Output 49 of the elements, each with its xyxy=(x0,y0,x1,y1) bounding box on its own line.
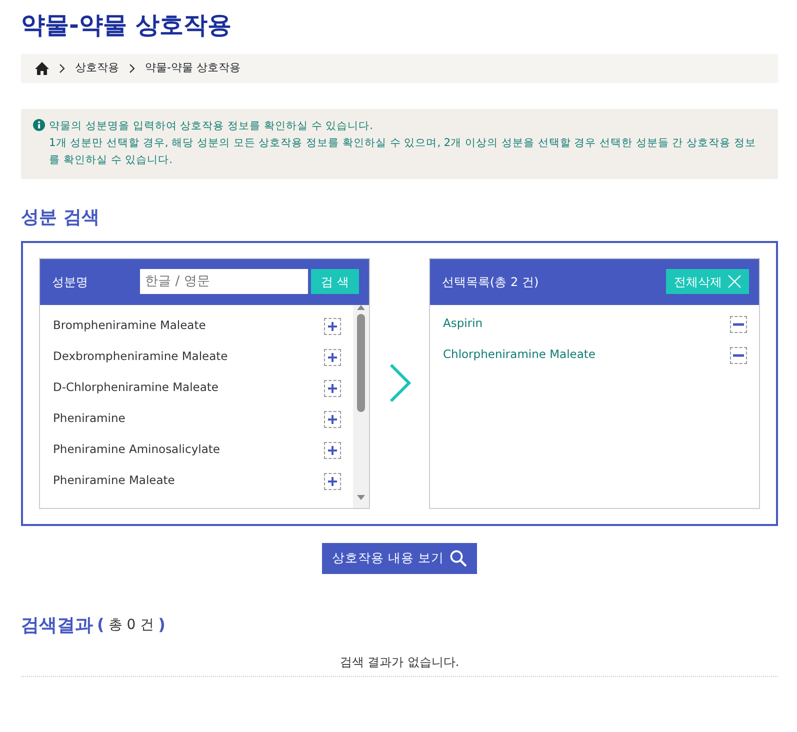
view-interactions-button[interactable]: 상호작용 내용 보기 xyxy=(322,542,477,574)
minus-icon xyxy=(733,322,744,326)
search-field[interactable]: 한글 / 영문 xyxy=(140,269,308,294)
ingredient-name[interactable]: Pheniramine Maleate xyxy=(53,472,175,490)
add-button[interactable] xyxy=(324,410,341,428)
info-icon xyxy=(33,118,46,132)
search-icon xyxy=(450,550,467,567)
scroll-thumb[interactable] xyxy=(357,314,365,412)
info-text: 약물의 성분명을 입력하여 상호작용 정보를 확인하실 수 있습니다. xyxy=(49,119,374,134)
plus-icon xyxy=(328,322,337,331)
add-button[interactable] xyxy=(324,318,341,335)
parenthesis: ( xyxy=(97,614,104,636)
selected-ingredient: Chlorpheniramine Maleate xyxy=(443,346,596,364)
close-icon xyxy=(728,275,741,288)
info-text: 1개 성분만 선택할 경우, 해당 성분의 모든 상호작용 정보를 확인하실 수 있으며, 2개 이상의 성분을 선택할 경우 선택한 성분들 간 상호작용 정보를 확인하실 수 있습니다. xyxy=(49,136,757,168)
ingredient-name[interactable]: Brompheniramine Maleate xyxy=(53,317,206,335)
add-button[interactable] xyxy=(324,380,341,397)
plus-icon xyxy=(328,352,337,362)
empty-message: 검색 결과가 없습니다. xyxy=(21,652,778,677)
remove-button[interactable] xyxy=(730,316,747,333)
chevron-icon xyxy=(59,64,65,73)
plus-icon xyxy=(328,446,337,455)
result-count: 총 0 건 xyxy=(108,616,154,635)
add-button[interactable] xyxy=(324,348,341,366)
ingredient-name[interactable]: Pheniramine xyxy=(53,410,126,428)
parenthesis: ) xyxy=(158,614,166,636)
panel-title: 선택목록(총 2 건) xyxy=(442,274,539,291)
breadcrumb-link[interactable]: 약물-약물 상호작용 xyxy=(145,60,240,77)
chevron-icon xyxy=(129,64,135,73)
add-button[interactable] xyxy=(324,442,341,459)
plus-icon xyxy=(328,476,337,486)
plus-icon xyxy=(328,384,337,393)
panel-label: 성분명 xyxy=(52,274,88,291)
home-icon[interactable] xyxy=(35,62,49,75)
ingredient-name[interactable]: Dexbrompheniramine Maleate xyxy=(53,348,228,366)
page-title: 약물-약물 상호작용 xyxy=(21,10,232,41)
selected-ingredient: Aspirin xyxy=(443,315,483,332)
chevron-right-icon xyxy=(388,364,410,402)
results-heading: 검색결과 xyxy=(21,614,93,638)
scrollbar[interactable] xyxy=(353,304,369,508)
breadcrumb-link[interactable]: 상호작용 xyxy=(75,60,119,77)
ingredient-name[interactable]: Pheniramine Aminosalicylate xyxy=(53,441,220,459)
add-button[interactable] xyxy=(324,472,341,490)
section-heading: 성분 검색 xyxy=(21,207,100,229)
remove-button[interactable] xyxy=(730,346,747,364)
plus-icon xyxy=(328,414,337,424)
ingredient-name[interactable]: D-Chlorpheniramine Maleate xyxy=(53,379,218,397)
minus-icon xyxy=(733,354,744,357)
scroll-down-icon xyxy=(357,494,365,500)
